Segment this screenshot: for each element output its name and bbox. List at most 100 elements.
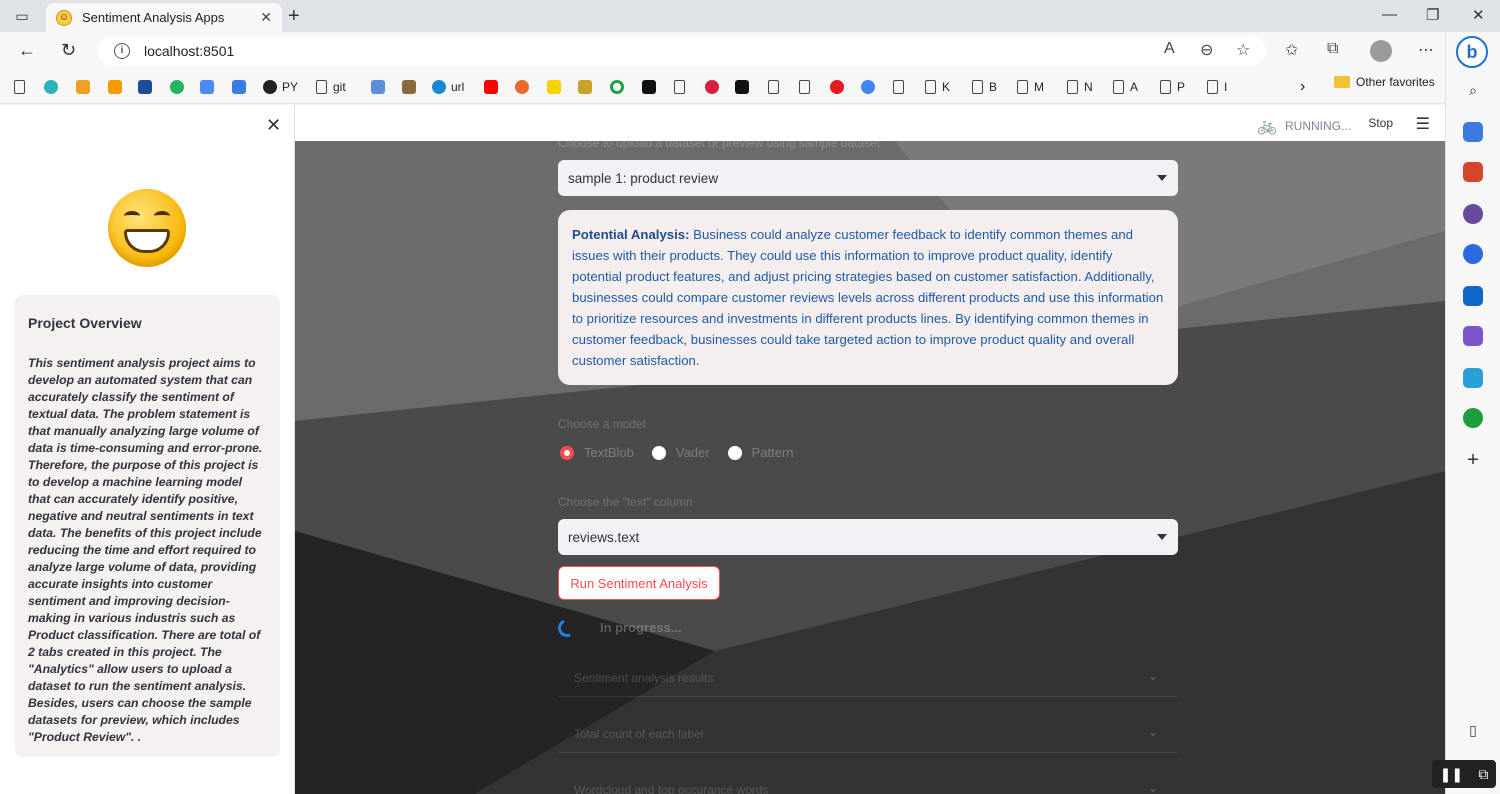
minimize-icon[interactable]: — xyxy=(1382,6,1397,23)
bookmark-blue-icon[interactable] xyxy=(371,78,390,96)
picture-in-picture-icon[interactable]: ⧉ xyxy=(1478,766,1488,783)
new-tab-icon[interactable]: + xyxy=(288,5,300,28)
bookmark-brown-icon[interactable] xyxy=(402,78,421,96)
overview-title: Project Overview xyxy=(28,315,142,331)
add-sidebar-icon[interactable]: + xyxy=(1463,450,1483,470)
browser-tab[interactable]: ☺ Sentiment Analysis Apps ✕ xyxy=(46,3,282,32)
pause-icon[interactable]: ❚❚ xyxy=(1440,766,1463,783)
bookmark-i[interactable]: I xyxy=(1207,78,1227,96)
zoom-icon[interactable]: ⊖ xyxy=(1200,40,1213,60)
tree-icon[interactable] xyxy=(1463,408,1483,428)
bookmark-youtube-icon[interactable] xyxy=(484,78,503,96)
model-prompt: Choose a model xyxy=(558,417,646,431)
bookmark-google-icon[interactable] xyxy=(861,78,880,96)
expander-label-count[interactable]: Total count of each label ⌄ xyxy=(558,715,1178,753)
outlook-icon[interactable] xyxy=(1463,286,1483,306)
games-icon[interactable] xyxy=(1463,204,1483,224)
bookmark-cl-icon[interactable] xyxy=(735,78,754,96)
more-menu-icon[interactable]: ⋯ xyxy=(1418,40,1434,60)
radio-pattern[interactable] xyxy=(727,445,742,460)
bookmarks-overflow-icon[interactable]: › xyxy=(1300,78,1305,96)
info-icon[interactable]: i xyxy=(114,43,130,59)
bookmark-teal-icon[interactable] xyxy=(44,78,63,96)
radio-vader[interactable] xyxy=(651,445,666,460)
bookmark-arrow-icon[interactable] xyxy=(642,78,661,96)
text-column-select[interactable]: reviews.text xyxy=(558,519,1178,555)
analysis-text: Business could analyze customer feedback… xyxy=(572,227,1164,368)
designer-icon[interactable] xyxy=(1463,326,1483,346)
progress-text: In progress... xyxy=(600,620,682,635)
profile-avatar[interactable] xyxy=(1370,40,1392,62)
send-icon[interactable] xyxy=(1463,368,1483,388)
bookmark-sun-icon[interactable] xyxy=(515,78,534,96)
collections-icon[interactable]: ⧉ xyxy=(1327,40,1338,58)
bicycle-icon: 🚲 xyxy=(1257,118,1277,135)
bookmark-git[interactable]: git xyxy=(316,78,346,96)
bookmark-b[interactable]: B xyxy=(972,78,997,96)
search-icon[interactable]: ⌕ xyxy=(1463,80,1483,100)
bookmark-py[interactable]: PY xyxy=(263,78,298,96)
bookmark-doc-5[interactable] xyxy=(893,78,910,96)
running-status: 🚲 RUNNING... xyxy=(1257,118,1351,135)
smile-favicon-icon: ☺ xyxy=(56,9,72,26)
stop-button[interactable]: Stop xyxy=(1368,116,1393,130)
favorites-icon[interactable]: ✩ xyxy=(1285,40,1298,60)
run-sentiment-analysis-button[interactable]: Run Sentiment Analysis xyxy=(558,566,720,600)
bookmark-green-ring-icon[interactable] xyxy=(610,78,629,96)
bookmark-a[interactable]: A xyxy=(1113,78,1138,96)
bookmark-chart-icon[interactable] xyxy=(108,78,127,96)
bookmark-doc-2[interactable] xyxy=(674,78,691,96)
project-overview-card: Project Overview This sentiment analysis… xyxy=(15,295,280,757)
omnibox[interactable]: i localhost:8501 xyxy=(98,36,1266,66)
app-sidebar: ✕ Project Overview This sentiment analys… xyxy=(0,105,295,794)
back-icon[interactable]: ← xyxy=(18,40,36,61)
address-bar-row: ← ↻ i localhost:8501 A ⊖ ☆ ✩ ⧉ ⋯ xyxy=(0,32,1500,70)
read-aloud-icon[interactable]: A xyxy=(1164,40,1175,58)
bookmark-whatsapp-icon[interactable] xyxy=(170,78,189,96)
bookmark-n[interactable]: N xyxy=(1067,78,1093,96)
shopping-icon[interactable] xyxy=(1463,122,1483,142)
office-icon[interactable] xyxy=(1463,244,1483,264)
overview-text: This sentiment analysis project aims to … xyxy=(28,356,263,744)
bookmark-doc-4[interactable] xyxy=(799,78,816,96)
bookmark-m[interactable]: M xyxy=(1017,78,1044,96)
other-favorites[interactable]: Other favorites xyxy=(1334,75,1435,89)
expander-wordcloud[interactable]: Wordcloud and top occurance words ⌄ xyxy=(558,771,1178,794)
bookmark-url[interactable]: url xyxy=(432,78,464,96)
bookmark-ieee-icon[interactable] xyxy=(138,78,157,96)
bookmark-ads-icon[interactable] xyxy=(232,78,251,96)
bookmark-stripes-icon[interactable] xyxy=(578,78,597,96)
tab-actions-icon[interactable]: ▭ xyxy=(10,6,34,26)
bookmark-k[interactable]: K xyxy=(925,78,950,96)
grinning-face-icon xyxy=(108,189,186,267)
dataset-prompt: Choose to upload a dataset or preview us… xyxy=(558,141,881,150)
close-tab-icon[interactable]: ✕ xyxy=(260,9,272,26)
analysis-label: Potential Analysis: xyxy=(572,227,690,242)
app-header: 🚲 RUNNING... Stop ☰ xyxy=(295,105,1445,141)
tools-icon[interactable] xyxy=(1463,162,1483,182)
bookmarks-bar: PY git url K B M N A P I › xyxy=(0,70,1500,104)
chevron-down-icon: ⌄ xyxy=(1147,669,1158,683)
radio-textblob[interactable] xyxy=(560,445,574,460)
restore-icon[interactable]: ❐ xyxy=(1426,6,1439,24)
bookmark-orange-icon[interactable] xyxy=(76,78,95,96)
close-sidebar-icon[interactable]: ✕ xyxy=(266,115,281,136)
edge-sidebar: ⌕ + ▯ xyxy=(1445,32,1500,794)
sidebar-toggle-icon[interactable]: ▯ xyxy=(1463,720,1483,740)
bookmark-airtel-icon[interactable] xyxy=(830,78,849,96)
bookmark-doc-icon[interactable] xyxy=(14,78,31,96)
bookmark-p[interactable]: P xyxy=(1160,78,1185,96)
bookmark-heart-icon[interactable] xyxy=(705,78,724,96)
bing-copilot-icon[interactable]: b xyxy=(1456,36,1488,68)
add-favorite-icon[interactable]: ☆ xyxy=(1236,40,1250,60)
bookmark-yellow-icon[interactable] xyxy=(547,78,566,96)
tab-title: Sentiment Analysis Apps xyxy=(82,10,225,25)
refresh-icon[interactable]: ↻ xyxy=(61,40,76,61)
column-prompt: Choose the "text" column xyxy=(558,495,693,509)
bookmark-doc-3[interactable] xyxy=(768,78,785,96)
main-menu-icon[interactable]: ☰ xyxy=(1416,114,1430,134)
expander-results[interactable]: Sentiment analysis results ⌄ xyxy=(558,659,1178,697)
close-window-icon[interactable]: ✕ xyxy=(1472,6,1485,24)
bookmark-drive-icon[interactable] xyxy=(200,78,219,96)
dataset-select[interactable]: sample 1: product review xyxy=(558,160,1178,196)
